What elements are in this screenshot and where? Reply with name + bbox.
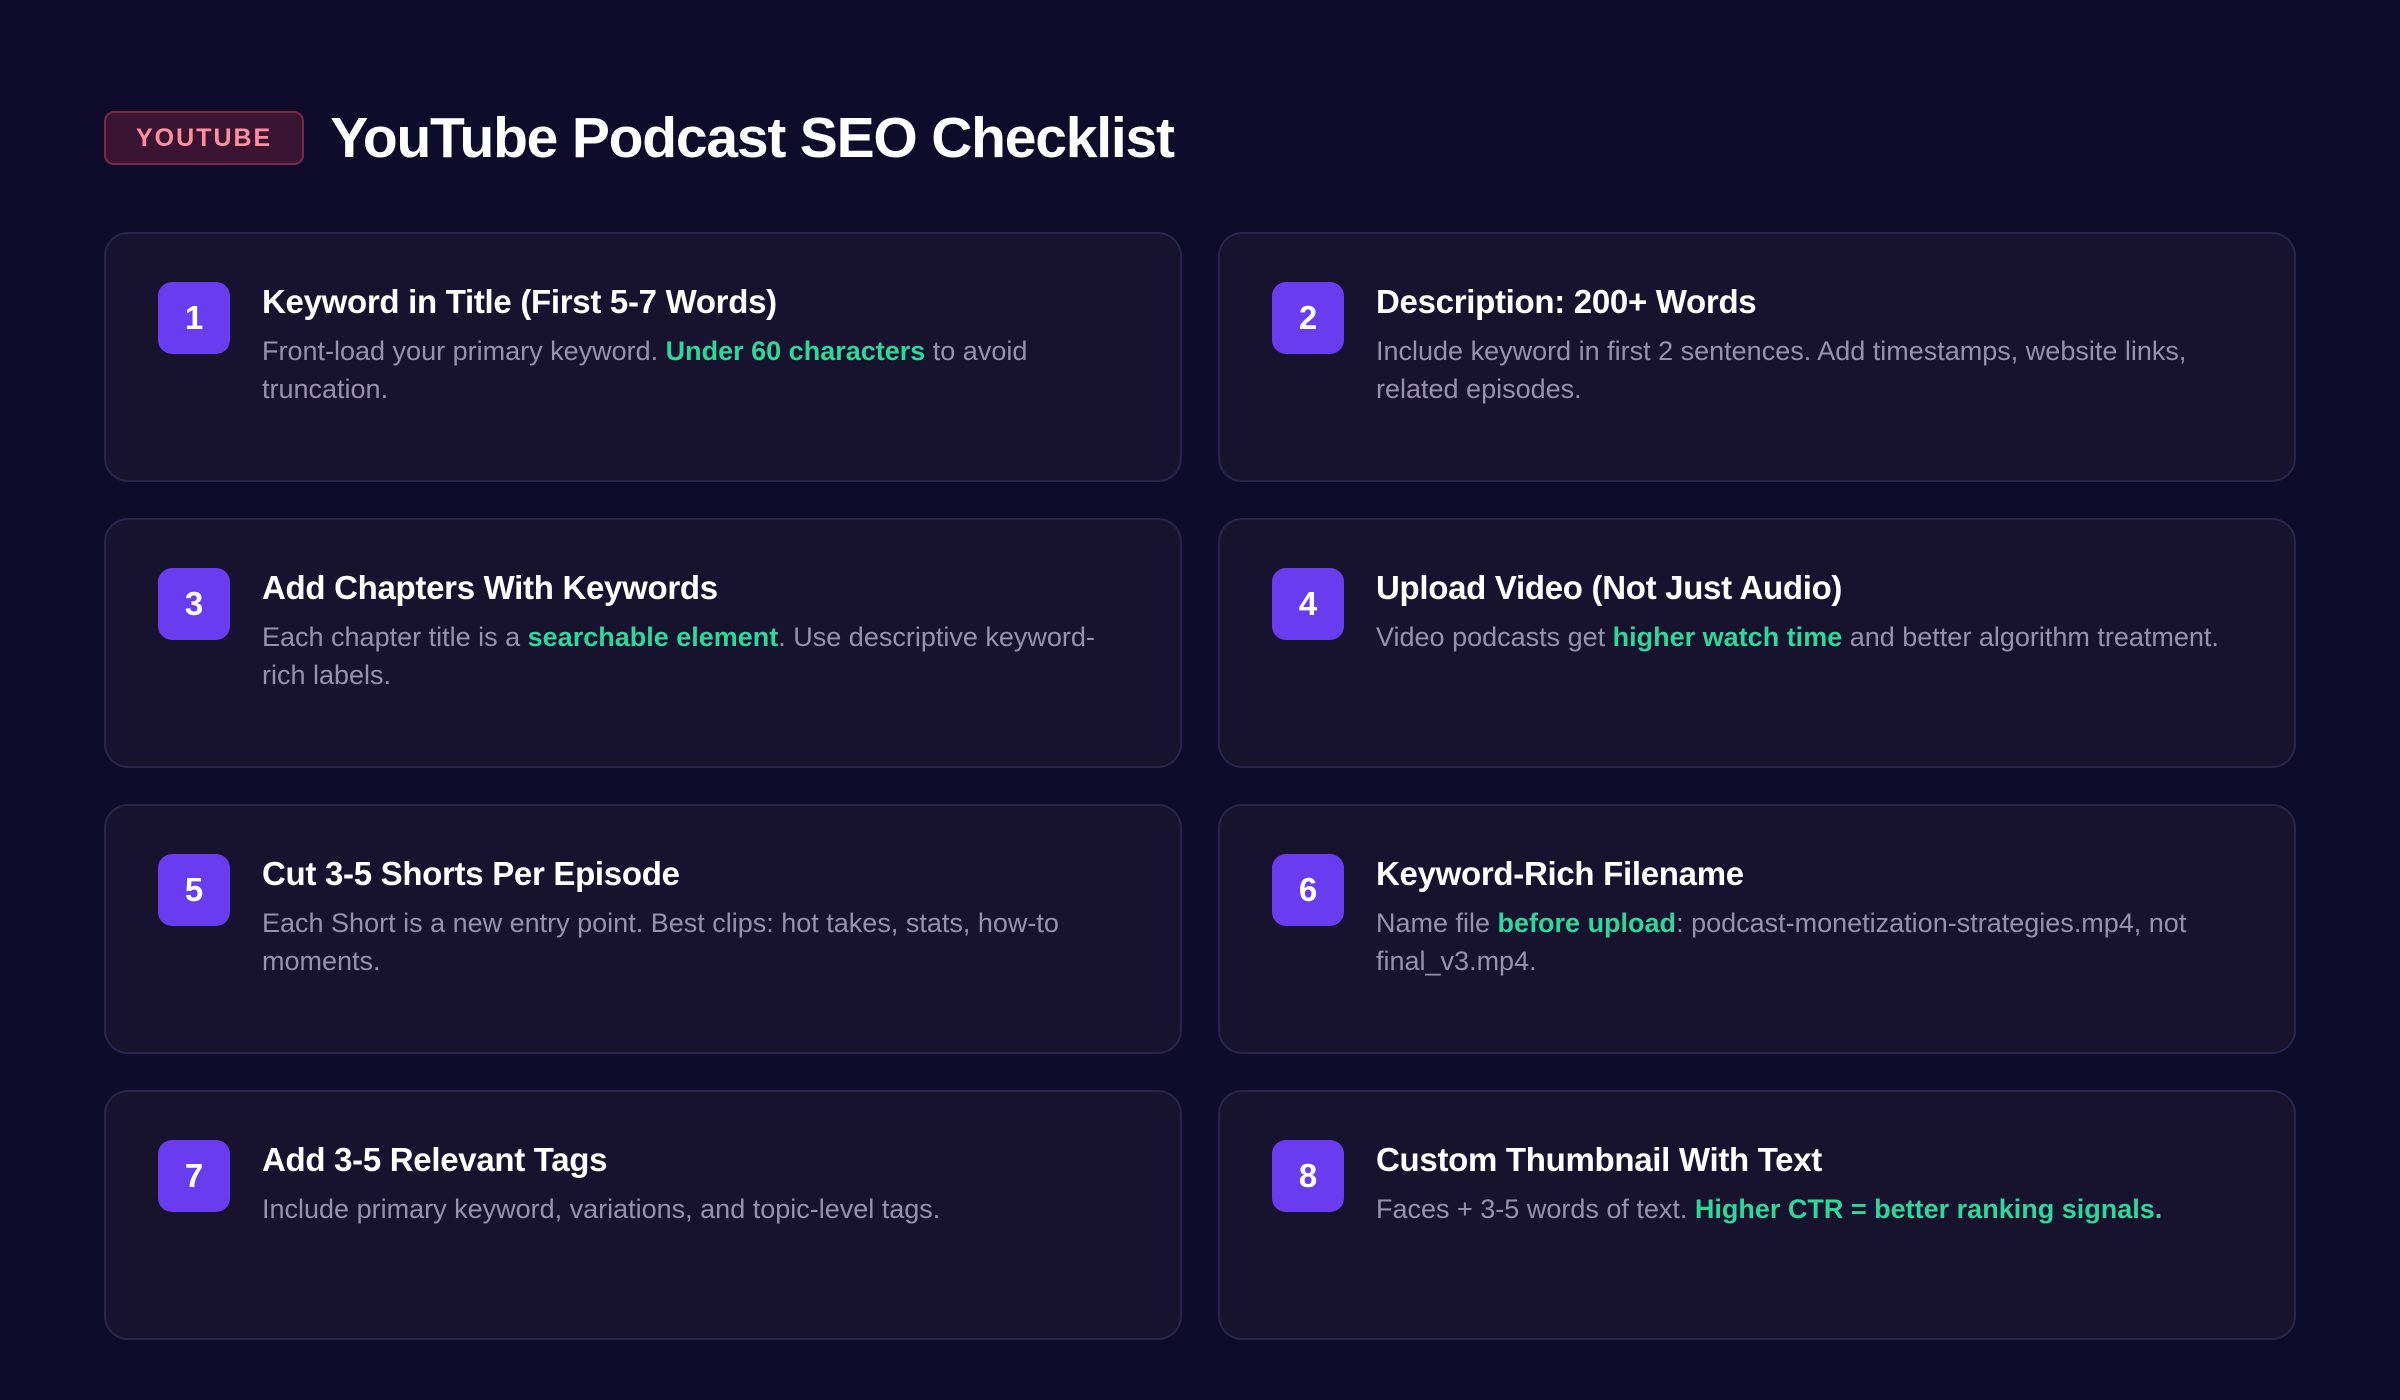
card-title: Keyword in Title (First 5-7 Words) [262,283,777,320]
step-number-badge: 7 [158,1140,230,1212]
card-content: Keyword in Title (First 5-7 Words) Front… [262,282,1130,408]
desc-text: Front-load your primary keyword. [262,336,666,366]
card-title: Keyword-Rich Filename [1376,855,1744,892]
card-title: Upload Video (Not Just Audio) [1376,569,1843,606]
card-description: Video podcasts get higher watch time and… [1376,618,2244,656]
desc-text: Video podcasts get [1376,622,1613,652]
step-number-badge: 5 [158,854,230,926]
desc-highlight: Higher CTR = better ranking signals. [1694,1194,2163,1224]
desc-highlight: searchable element [527,622,779,652]
card-title: Description: 200+ Words [1376,283,1757,320]
checklist-card: 1 Keyword in Title (First 5-7 Words) Fro… [104,232,1182,482]
card-content: Add 3-5 Relevant Tags Include primary ke… [262,1140,1130,1228]
desc-text: Each Short is a new entry point. Best cl… [262,908,1059,976]
step-number-badge: 6 [1272,854,1344,926]
step-number-badge: 3 [158,568,230,640]
desc-highlight: Under 60 characters [665,336,926,366]
card-content: Description: 200+ Words Include keyword … [1376,282,2244,408]
desc-text: Include keyword in first 2 sentences. Ad… [1376,336,2187,404]
checklist-card: 6 Keyword-Rich Filename Name file before… [1218,804,2296,1054]
card-title: Add 3-5 Relevant Tags [262,1141,608,1178]
card-title: Cut 3-5 Shorts Per Episode [262,855,680,892]
checklist-card: 8 Custom Thumbnail With Text Faces + 3-5… [1218,1090,2296,1340]
card-description: Front-load your primary keyword. Under 6… [262,332,1130,408]
desc-text: Faces + 3-5 words of text. [1376,1194,1695,1224]
card-description: Each chapter title is a searchable eleme… [262,618,1130,694]
card-content: Keyword-Rich Filename Name file before u… [1376,854,2244,980]
header: YOUTUBE YouTube Podcast SEO Checklist [104,104,2296,172]
card-description: Each Short is a new entry point. Best cl… [262,904,1130,980]
desc-text: Include primary keyword, variations, and… [262,1194,941,1224]
desc-text: and better algorithm treatment. [1842,622,2219,652]
step-number-badge: 2 [1272,282,1344,354]
card-content: Custom Thumbnail With Text Faces + 3-5 w… [1376,1140,2244,1228]
card-content: Upload Video (Not Just Audio) Video podc… [1376,568,2244,656]
page-title: YouTube Podcast SEO Checklist [330,106,1175,170]
step-number-badge: 8 [1272,1140,1344,1212]
desc-text: Each chapter title is a [262,622,528,652]
card-description: Faces + 3-5 words of text. Higher CTR = … [1376,1190,2244,1228]
category-badge: YOUTUBE [104,111,305,165]
card-title: Custom Thumbnail With Text [1376,1141,1822,1178]
card-title: Add Chapters With Keywords [262,569,718,606]
checklist-card: 5 Cut 3-5 Shorts Per Episode Each Short … [104,804,1182,1054]
card-description: Name file before upload: podcast-monetiz… [1376,904,2244,980]
checklist-grid: 1 Keyword in Title (First 5-7 Words) Fro… [104,232,2296,1340]
checklist-card: 2 Description: 200+ Words Include keywor… [1218,232,2296,482]
card-description: Include primary keyword, variations, and… [262,1190,1130,1228]
desc-highlight: before upload [1497,908,1677,938]
checklist-card: 4 Upload Video (Not Just Audio) Video po… [1218,518,2296,768]
step-number-badge: 4 [1272,568,1344,640]
desc-highlight: higher watch time [1612,622,1843,652]
checklist-card: 3 Add Chapters With Keywords Each chapte… [104,518,1182,768]
card-content: Cut 3-5 Shorts Per Episode Each Short is… [262,854,1130,980]
checklist-card: 7 Add 3-5 Relevant Tags Include primary … [104,1090,1182,1340]
desc-text: Name file [1376,908,1498,938]
card-description: Include keyword in first 2 sentences. Ad… [1376,332,2244,408]
step-number-badge: 1 [158,282,230,354]
page: YOUTUBE YouTube Podcast SEO Checklist 1 … [0,0,2400,1400]
card-content: Add Chapters With Keywords Each chapter … [262,568,1130,694]
